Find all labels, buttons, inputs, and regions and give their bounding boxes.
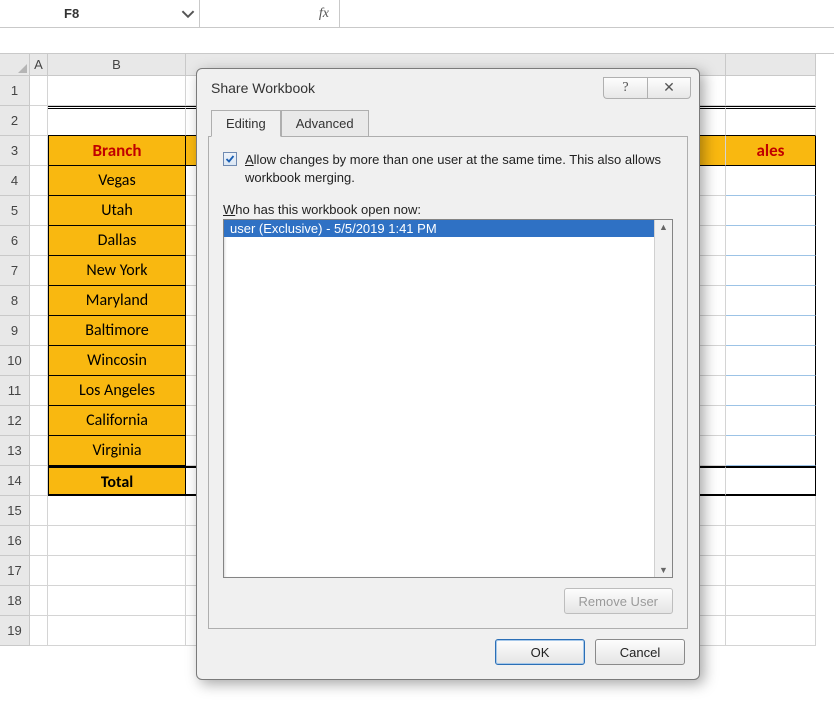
row-header[interactable]: 15 <box>0 496 30 526</box>
col-header-a[interactable]: A <box>30 54 48 76</box>
user-listbox[interactable]: user (Exclusive) - 5/5/2019 1:41 PM ▲ ▼ <box>223 219 673 578</box>
select-all-corner[interactable] <box>0 54 30 76</box>
who-open-label: Who has this workbook open now: <box>223 202 673 217</box>
scroll-down-icon[interactable]: ▼ <box>659 565 668 575</box>
row-header[interactable]: 1 <box>0 76 30 106</box>
formula-input[interactable] <box>340 0 834 27</box>
name-box-value: F8 <box>4 6 181 21</box>
allow-changes-checkbox[interactable] <box>223 152 237 166</box>
row-header[interactable]: 14 <box>0 466 30 496</box>
tab-advanced[interactable]: Advanced <box>281 110 369 137</box>
tab-editing[interactable]: Editing <box>211 110 281 137</box>
col-header-last[interactable] <box>726 54 816 76</box>
table-row[interactable]: Dallas <box>48 226 186 256</box>
share-workbook-dialog: Share Workbook ? ✕ Editing Advanced Allo… <box>196 68 700 680</box>
list-item[interactable]: user (Exclusive) - 5/5/2019 1:41 PM <box>224 220 654 237</box>
table-row[interactable]: Utah <box>48 196 186 226</box>
row-header[interactable]: 18 <box>0 586 30 616</box>
header-sales[interactable]: ales <box>726 136 816 166</box>
dialog-titlebar[interactable]: Share Workbook ? ✕ <box>197 69 699 107</box>
row-header[interactable]: 12 <box>0 406 30 436</box>
table-row[interactable]: Wincosin <box>48 346 186 376</box>
remove-user-button[interactable]: Remove User <box>564 588 673 614</box>
ribbon-gap <box>0 28 834 54</box>
scroll-up-icon[interactable]: ▲ <box>659 222 668 232</box>
row-header[interactable]: 11 <box>0 376 30 406</box>
col-header-b[interactable]: B <box>48 54 186 76</box>
dialog-title: Share Workbook <box>211 80 603 96</box>
tab-strip: Editing Advanced <box>197 107 699 137</box>
table-row[interactable]: Vegas <box>48 166 186 196</box>
row-header[interactable]: 7 <box>0 256 30 286</box>
table-row[interactable]: Maryland <box>48 286 186 316</box>
row-headers: 1 2 3 4 5 6 7 8 9 10 11 12 13 14 15 16 1… <box>0 76 30 646</box>
row-header[interactable]: 4 <box>0 166 30 196</box>
table-row[interactable]: Baltimore <box>48 316 186 346</box>
table-row[interactable]: California <box>48 406 186 436</box>
formula-bar: F8 fx <box>0 0 834 28</box>
close-button[interactable]: ✕ <box>647 77 691 99</box>
row-header[interactable]: 9 <box>0 316 30 346</box>
row-header[interactable]: 16 <box>0 526 30 556</box>
row-header[interactable]: 2 <box>0 106 30 136</box>
total-row[interactable]: Total <box>48 466 186 496</box>
row-header[interactable]: 10 <box>0 346 30 376</box>
chevron-down-icon[interactable] <box>181 7 195 21</box>
name-box[interactable]: F8 <box>0 0 200 27</box>
scrollbar[interactable]: ▲ ▼ <box>654 220 672 577</box>
row-header[interactable]: 3 <box>0 136 30 166</box>
cancel-button[interactable]: Cancel <box>595 639 685 665</box>
table-row[interactable]: New York <box>48 256 186 286</box>
header-branch[interactable]: Branch <box>48 136 186 166</box>
table-row[interactable]: Los Angeles <box>48 376 186 406</box>
tab-panel-editing: Allow changes by more than one user at t… <box>208 137 688 629</box>
row-header[interactable]: 17 <box>0 556 30 586</box>
fx-icon[interactable]: fx <box>200 0 340 27</box>
row-header[interactable]: 19 <box>0 616 30 646</box>
row-header[interactable]: 13 <box>0 436 30 466</box>
row-header[interactable]: 5 <box>0 196 30 226</box>
allow-changes-label: Allow changes by more than one user at t… <box>245 151 673 186</box>
row-header[interactable]: 8 <box>0 286 30 316</box>
row-header[interactable]: 6 <box>0 226 30 256</box>
dialog-footer: OK Cancel <box>197 629 699 679</box>
ok-button[interactable]: OK <box>495 639 585 665</box>
help-button[interactable]: ? <box>603 77 647 99</box>
table-row[interactable]: Virginia <box>48 436 186 466</box>
